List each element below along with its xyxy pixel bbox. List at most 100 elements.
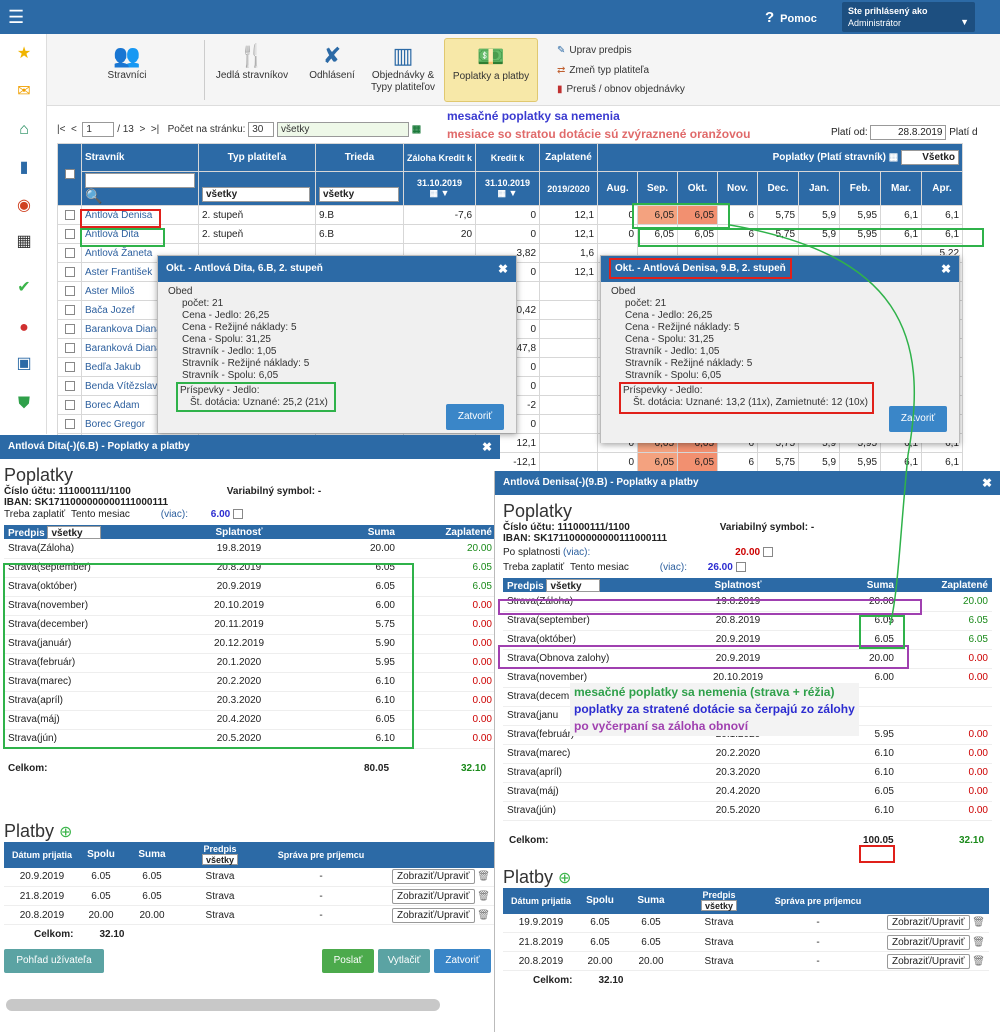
header-kredit[interactable]: Kredit k bbox=[475, 143, 541, 172]
col-spolu[interactable]: Spolu bbox=[579, 887, 621, 914]
fee-row[interactable]: Strava(marec) 20.2.2020 6.10 0.00 bbox=[503, 744, 992, 764]
calendar-filter-icon[interactable]: ▦ ▼ bbox=[430, 188, 450, 198]
row-checkbox[interactable] bbox=[64, 304, 75, 315]
row-checkbox-cell[interactable] bbox=[57, 357, 82, 377]
show-edit-button[interactable]: Zobraziť/Upraviť bbox=[391, 888, 475, 904]
search-icon[interactable]: 🔍 bbox=[85, 188, 102, 204]
trash-icon[interactable]: 🗑 bbox=[477, 871, 490, 882]
show-edit-button[interactable]: Zobraziť/Upraviť bbox=[391, 907, 475, 923]
next-page-button[interactable]: > bbox=[139, 124, 145, 135]
page-select[interactable]: 1 bbox=[82, 122, 115, 137]
row-checkbox-cell[interactable] bbox=[57, 300, 82, 320]
pdf-icon[interactable]: ● bbox=[14, 318, 34, 338]
col-datum[interactable]: Dátum prijatia bbox=[503, 887, 579, 914]
col-predpis[interactable]: Predpis všetky bbox=[503, 578, 668, 592]
plati-od-input[interactable]: 28.8.2019 bbox=[870, 125, 947, 140]
row-checkbox[interactable] bbox=[64, 285, 75, 296]
row-checkbox-cell[interactable] bbox=[57, 395, 82, 415]
perpage-input[interactable]: 30 bbox=[248, 122, 275, 137]
add-payment-icon[interactable]: ⊕ bbox=[558, 870, 571, 887]
row-checkbox[interactable] bbox=[64, 399, 75, 410]
col-datum[interactable]: Dátum prijatia bbox=[4, 841, 80, 868]
poplatky-filter[interactable]: Všetko bbox=[901, 150, 960, 165]
filter-select[interactable]: všetky bbox=[277, 122, 410, 137]
predpis-filter[interactable]: všetky bbox=[700, 900, 738, 911]
show-edit-button[interactable]: Zobraziť/Upraviť bbox=[886, 915, 970, 931]
header-trieda[interactable]: Trieda bbox=[315, 143, 404, 172]
zmen-typ-link[interactable]: ⇄ Zmeň typ platiteľa bbox=[557, 65, 653, 76]
row-checkbox[interactable] bbox=[64, 247, 75, 258]
close-icon[interactable]: ✖ bbox=[482, 435, 492, 459]
row-checkbox-cell[interactable] bbox=[57, 338, 82, 358]
menu-icon[interactable]: ☰ bbox=[8, 8, 30, 26]
col-predpis[interactable]: Predpis všetky bbox=[4, 525, 169, 539]
trash-icon[interactable]: 🗑 bbox=[477, 891, 490, 902]
horizontal-scrollbar[interactable] bbox=[6, 999, 440, 1011]
row-checkbox-cell[interactable] bbox=[57, 414, 82, 434]
prerus-link[interactable]: ▮ Preruš / obnov objednávky bbox=[557, 84, 689, 95]
row-checkbox[interactable] bbox=[64, 418, 75, 429]
select-all-header[interactable] bbox=[57, 143, 82, 206]
row-checkbox[interactable] bbox=[64, 361, 75, 372]
row-checkbox[interactable] bbox=[64, 209, 75, 220]
row-checkbox[interactable] bbox=[64, 342, 75, 353]
stravnici-button[interactable]: 👥 Stravníci bbox=[87, 38, 167, 102]
header-typ[interactable]: Typ platiteľa bbox=[198, 143, 316, 172]
star-icon[interactable]: ★ bbox=[14, 44, 34, 64]
header-zaplatene[interactable]: Zaplatené bbox=[539, 143, 599, 172]
trash-icon[interactable]: 🗑 bbox=[477, 910, 490, 921]
close-icon[interactable]: ✖ bbox=[498, 256, 508, 282]
select-all-checkbox[interactable] bbox=[64, 169, 75, 180]
row-checkbox[interactable] bbox=[64, 228, 75, 239]
close-button[interactable]: Zatvoriť bbox=[434, 949, 491, 973]
excel-icon[interactable]: ▦ bbox=[412, 124, 421, 135]
trieda-filter[interactable]: všetky bbox=[319, 187, 399, 202]
row-checkbox-cell[interactable] bbox=[57, 319, 82, 339]
row-checkbox[interactable] bbox=[64, 266, 75, 277]
row-checkbox-cell[interactable] bbox=[57, 224, 82, 244]
book-icon[interactable]: ▮ bbox=[14, 158, 34, 178]
check-icon[interactable]: ✔ bbox=[14, 278, 34, 298]
jedla-button[interactable]: 🍴 Jedlá stravníkov bbox=[212, 38, 292, 102]
help-link[interactable]: ? Pomoc bbox=[765, 9, 817, 26]
user-view-button[interactable]: Pohľad užívateľa bbox=[4, 949, 104, 973]
predpis-filter[interactable]: všetky bbox=[546, 578, 601, 592]
fee-row[interactable]: Strava(Záloha) 19.8.2019 20.00 20.00 bbox=[4, 539, 496, 559]
viac-link[interactable]: (viac): bbox=[563, 547, 590, 558]
col-predpis[interactable]: Predpis všetky bbox=[681, 887, 757, 914]
row-checkbox[interactable] bbox=[64, 380, 75, 391]
show-edit-button[interactable]: Zobraziť/Upraviť bbox=[886, 953, 970, 969]
month-cell[interactable]: 6,05 bbox=[637, 452, 679, 472]
show-edit-button[interactable]: Zobraziť/Upraviť bbox=[886, 934, 970, 950]
first-page-button[interactable]: |< bbox=[57, 124, 65, 135]
calendar-icon[interactable]: ▦ bbox=[14, 232, 34, 252]
row-checkbox-cell[interactable] bbox=[57, 376, 82, 396]
fee-row[interactable]: Strava(máj) 20.4.2020 6.05 0.00 bbox=[503, 782, 992, 802]
col-zaplatene[interactable]: Zaplatené bbox=[399, 525, 496, 539]
col-suma[interactable]: Suma bbox=[309, 525, 399, 539]
predpis-filter[interactable]: všetky bbox=[47, 525, 102, 539]
col-sprava[interactable]: Správa pre príjemcu bbox=[757, 887, 879, 914]
header-stravnik[interactable]: Stravník bbox=[81, 143, 199, 172]
row-checkbox-cell[interactable] bbox=[57, 205, 82, 225]
calendar-filter-icon[interactable]: ▦ ▼ bbox=[498, 188, 518, 198]
typ-filter[interactable]: všetky bbox=[202, 187, 310, 202]
grid-icon[interactable]: ▦ bbox=[889, 152, 898, 163]
col-sprava[interactable]: Správa pre príjemcu bbox=[258, 841, 384, 868]
col-splatnost[interactable]: Splatnosť bbox=[169, 525, 309, 539]
mail-icon[interactable]: ✉ bbox=[14, 82, 34, 102]
trash-icon[interactable]: 🗑 bbox=[972, 937, 985, 948]
poplatky-button[interactable]: 💵 Poplatky a platby bbox=[444, 38, 538, 102]
col-suma[interactable]: Suma bbox=[621, 887, 681, 914]
close-button[interactable]: Zatvoriť bbox=[446, 404, 504, 430]
shield-icon[interactable]: ⛊ bbox=[14, 394, 34, 414]
viac-link[interactable]: (viac): bbox=[660, 562, 687, 573]
month-cell[interactable]: 0 bbox=[597, 452, 639, 472]
user-menu[interactable]: Ste prihlásený ako Administrátor ▼ bbox=[842, 2, 975, 32]
viac-link[interactable]: (viac): bbox=[161, 509, 188, 520]
row-checkbox-cell[interactable] bbox=[57, 243, 82, 263]
prev-page-button[interactable]: < bbox=[71, 124, 77, 135]
briefcase-icon[interactable]: ▣ bbox=[14, 354, 34, 374]
trash-icon[interactable]: 🗑 bbox=[972, 956, 985, 967]
home-icon[interactable]: ⌂ bbox=[14, 120, 34, 140]
